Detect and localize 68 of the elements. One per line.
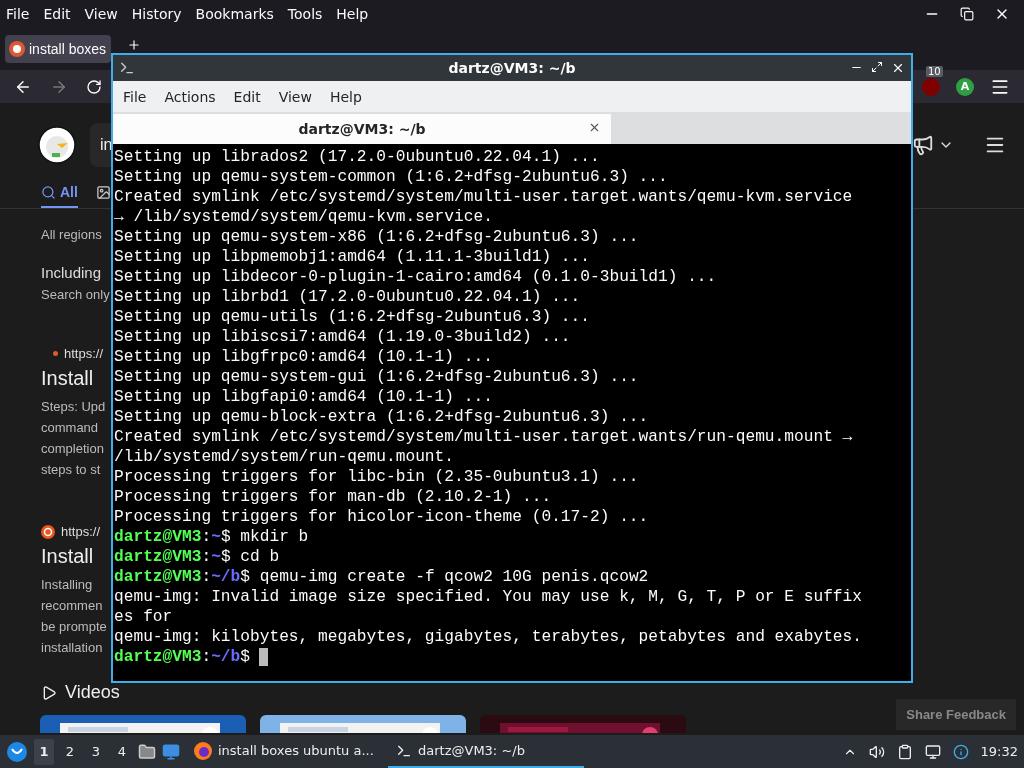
menu-item[interactable]: Actions (158, 88, 228, 105)
result-snippet: be prompte (41, 618, 107, 636)
notice-link[interactable]: Search only (41, 287, 110, 302)
search-tab[interactable]: All (41, 184, 78, 208)
search-field[interactable]: in (90, 123, 113, 167)
result-snippet: steps to st (41, 461, 101, 479)
menu-item[interactable]: Edit (227, 88, 273, 105)
terminal-line: qemu-img: kilobytes, megabytes, gigabytes, terabytes, petabytes and exabytes. (114, 627, 862, 647)
region-filter[interactable]: All regions (41, 227, 102, 242)
result-snippet: recommen (41, 597, 103, 615)
terminal-line: Setting up librados2 (17.2.0-0ubuntu0.22.04.1) ... (114, 147, 600, 167)
terminal-line: Setting up qemu-utils (1:6.2+dfsg-2ubuntu6.3) ... (114, 307, 590, 327)
menu-item[interactable]: Help (323, 88, 374, 105)
result-url[interactable]: https:// (64, 346, 104, 361)
result-snippet: installation (41, 639, 103, 657)
count-badge: 10 (926, 65, 943, 77)
result-title[interactable]: Install (41, 367, 94, 390)
taskbar-task[interactable]: dartz@VM3: ~/b (388, 735, 584, 768)
menu-item[interactable]: File (6, 6, 30, 22)
terminal-line: Processing triggers for man-db (2.10.2-1) ... (114, 487, 552, 507)
videos-heading: Videos (65, 682, 120, 703)
menu-item[interactable]: Bookmarks (195, 6, 274, 22)
terminal-line: dartz@VM3:~/b$ qemu-img create -f qcow2 10G penis.qcow2 (114, 567, 649, 587)
terminal-line: Setting up qemu-system-x86 (1:6.2+dfsg-2ubuntu6.3) ... (114, 227, 639, 247)
clock[interactable]: 19:32 (980, 744, 1018, 759)
terminal-line: es for (114, 607, 173, 627)
terminal-line: /lib/systemd/system/run-qemu.mount. (114, 447, 454, 467)
terminal-line: Setting up libdecor-0-plugin-1-cairo:amd64 (0.1.0-3build1) ... (114, 267, 717, 287)
terminal-tab[interactable]: dartz@VM3: ~/b (113, 114, 611, 144)
terminal-line: Setting up librbd1 (17.2.0-0ubuntu0.22.04.1) ... (114, 287, 581, 307)
result-url[interactable]: https:// (61, 524, 101, 539)
workspace-button[interactable]: 4 (112, 738, 132, 765)
taskbar-task[interactable]: install boxes ubuntu a... (186, 735, 382, 768)
terminal-line: Setting up libiscsi7:amd64 (1.19.0-3build2) ... (114, 327, 571, 347)
terminal-line: Processing triggers for libc-bin (2.35-0ubuntu3.1) ... (114, 467, 639, 487)
menu-item[interactable]: View (84, 6, 118, 22)
terminal-line: Setting up qemu-system-gui (1:6.2+dfsg-2ubuntu6.3) ... (114, 367, 639, 387)
workspace-button[interactable]: 1 (34, 738, 54, 765)
terminal-line: qemu-img: Invalid image size specified. You may use k, M, G, T, P or E suffix (114, 587, 862, 607)
notice-text: Including (41, 264, 102, 281)
menu-item[interactable]: Tools (287, 6, 323, 22)
menu-item[interactable]: Edit (43, 6, 71, 22)
terminal-line: Created symlink /etc/systemd/system/multi-user.target.wants/qemu-kvm.service (114, 187, 853, 207)
window-title: dartz@VM3: ~/b (448, 60, 576, 76)
result-snippet: Installing (41, 576, 93, 594)
terminal-line: Setting up qemu-system-common (1:6.2+dfsg-2ubuntu6.3) ... (114, 167, 668, 187)
terminal-line: Setting up libgfrpc0:amd64 (10.1-1) ... (114, 347, 493, 367)
terminal-line: dartz@VM3:~/b$ (114, 647, 269, 667)
menu-item[interactable]: View (272, 88, 324, 105)
terminal-line: Setting up libgfapi0:amd64 (10.1-1) ... (114, 387, 493, 407)
terminal-line: dartz@VM3:~$ cd b (114, 547, 280, 567)
feedback-button[interactable]: Share Feedback (896, 699, 1016, 730)
terminal-line: Setting up libpmemobj1:amd64 (1.11.1-3build1) ... (114, 247, 590, 267)
terminal-line: dartz@VM3:~$ mkdir b (114, 527, 309, 547)
menu-item[interactable]: History (131, 6, 182, 22)
browser-tab[interactable]: install boxes (5, 35, 111, 63)
result-title[interactable]: Install (41, 545, 94, 568)
result-snippet: command (41, 419, 99, 437)
workspace-button[interactable]: 2 (60, 738, 80, 765)
terminal-line: Processing triggers for hicolor-icon-theme (0.17-2) ... (114, 507, 649, 527)
result-snippet: Steps: Upd (41, 398, 106, 416)
terminal-line: Setting up qemu-block-extra (1:6.2+dfsg-2ubuntu6.3) ... (114, 407, 649, 427)
menu-item[interactable]: File (117, 88, 159, 105)
result-snippet: completion (41, 440, 104, 458)
menu-item[interactable]: Help (336, 6, 369, 22)
workspace-button[interactable]: 3 (86, 738, 106, 765)
terminal-line: → /lib/systemd/system/qemu-kvm.service. (114, 207, 493, 227)
terminal-line: Created symlink /etc/systemd/system/multi-user.target.wants/run-qemu.mount → (114, 427, 853, 447)
